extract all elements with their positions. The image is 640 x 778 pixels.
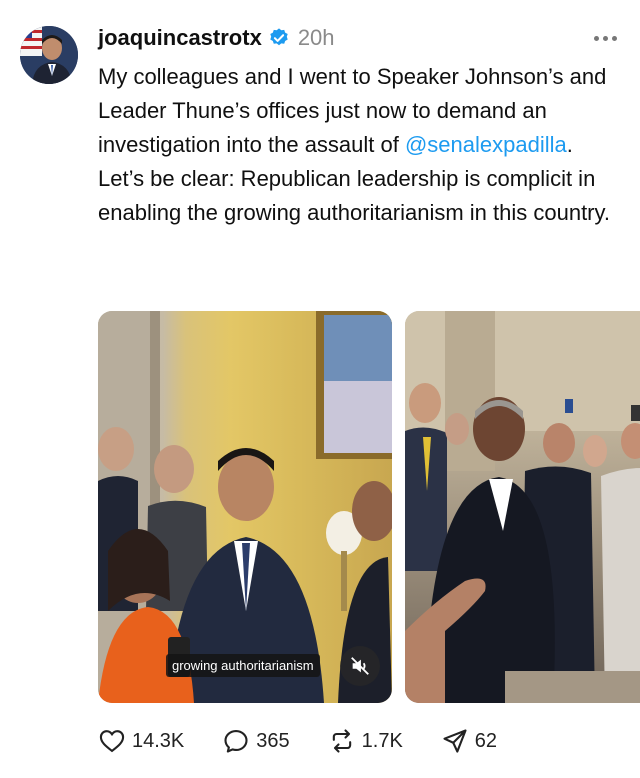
avatar-image	[20, 26, 78, 84]
repost-button[interactable]: 1.7K	[328, 727, 403, 755]
reply-button[interactable]: 365	[222, 727, 290, 755]
post-header: joaquincastrotx 20h	[98, 22, 620, 54]
heart-icon	[99, 730, 125, 753]
video-1-frame	[98, 311, 392, 703]
post-time: 20h	[297, 25, 335, 50]
like-count: 14.3K	[132, 729, 185, 752]
share-button[interactable]: 62	[441, 727, 497, 755]
video-2[interactable]	[405, 311, 640, 703]
username[interactable]: joaquincastrotx	[98, 25, 262, 51]
post-actions: 14.3K 365 1.7K 62	[98, 722, 535, 760]
mute-icon[interactable]	[340, 646, 380, 686]
video-caption: growing authoritarianism	[166, 654, 320, 677]
share-count: 62	[474, 729, 498, 752]
avatar[interactable]	[20, 26, 78, 84]
video-1[interactable]: growing authoritarianism	[98, 311, 392, 703]
media-carousel[interactable]: growing authoritarianism	[98, 311, 640, 703]
repost-count: 1.7K	[361, 729, 403, 752]
more-icon[interactable]	[590, 28, 620, 48]
reply-count: 365	[256, 729, 290, 752]
like-button[interactable]: 14.3K	[98, 727, 184, 755]
repost-icon	[332, 729, 351, 753]
share-icon	[443, 729, 467, 753]
verified-icon	[268, 27, 290, 49]
reply-icon	[224, 730, 248, 753]
mention-link[interactable]: @senalexpadilla	[405, 132, 567, 157]
video-2-frame	[405, 311, 640, 703]
post-text: My colleagues and I went to Speaker John…	[98, 60, 623, 230]
